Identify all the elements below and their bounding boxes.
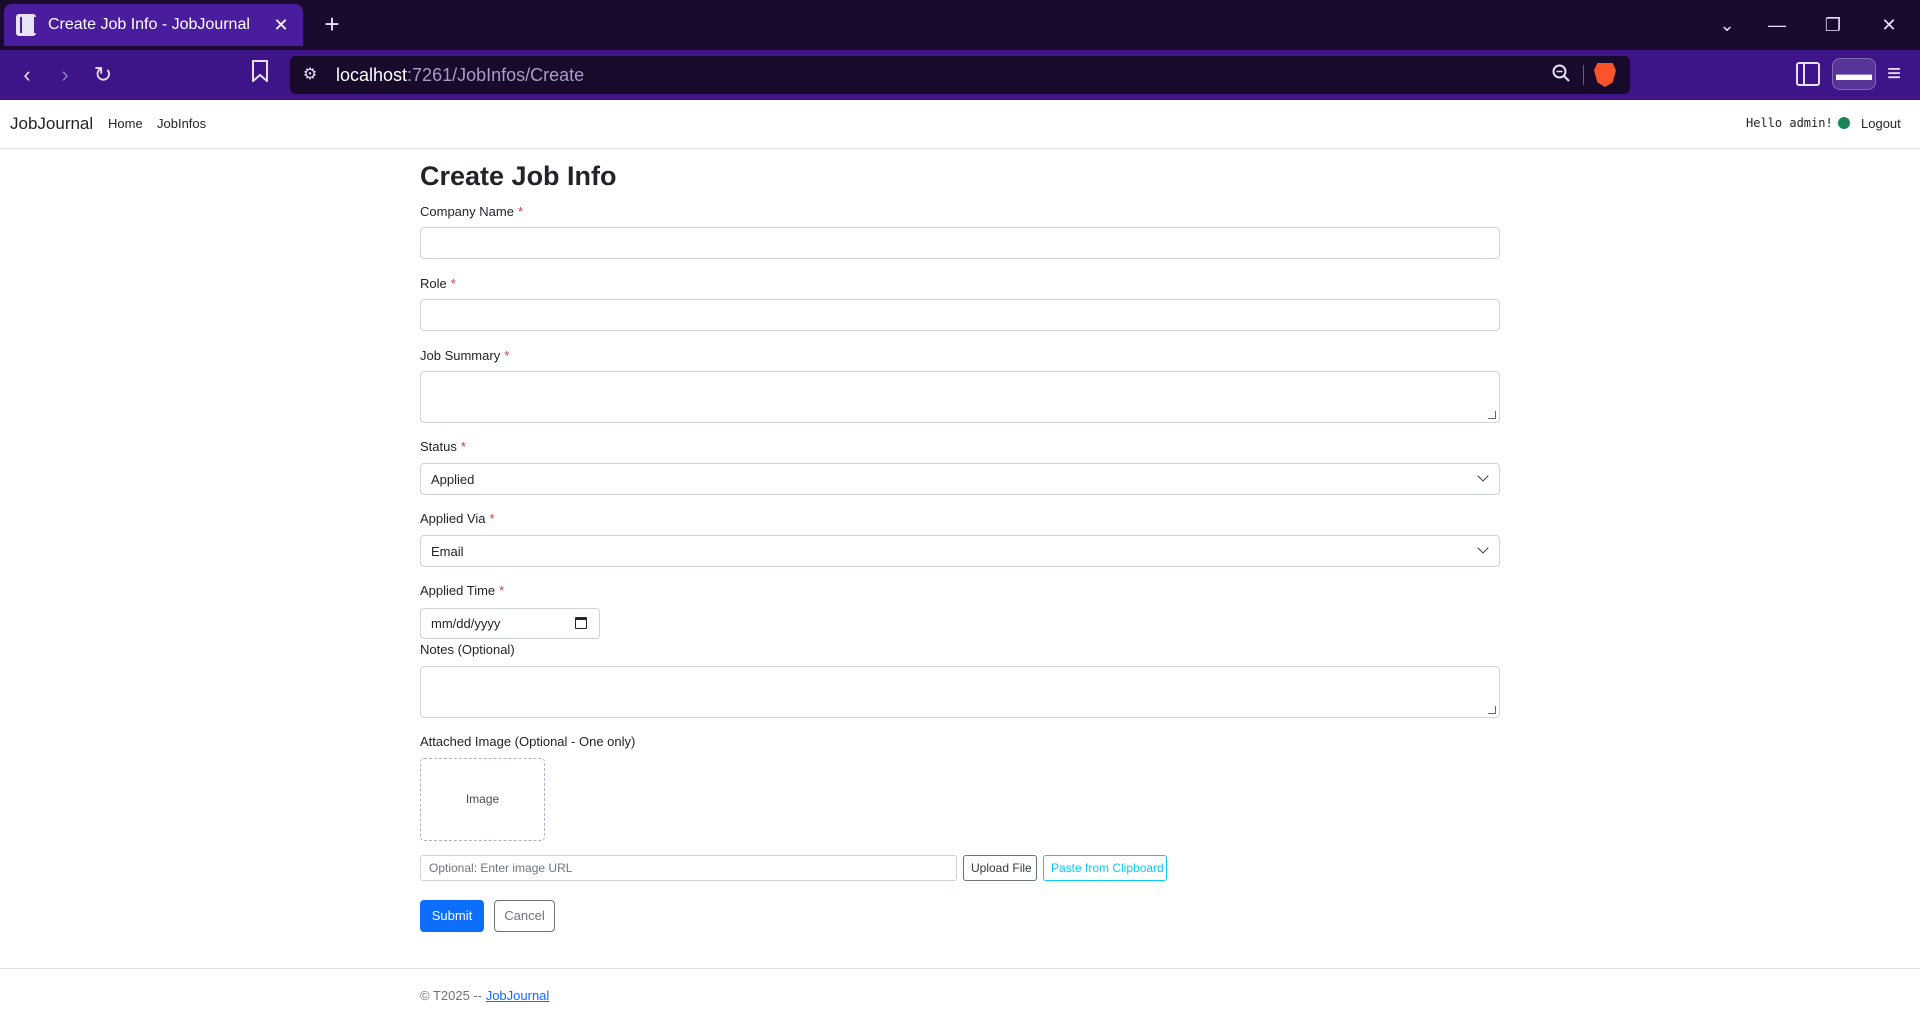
forward-icon[interactable]: › [50,60,80,90]
submit-button[interactable]: Submit [420,900,484,932]
job-summary-label: Job Summary * [420,348,510,363]
role-input[interactable] [420,299,1500,331]
image-url-input[interactable]: Optional: Enter image URL [420,855,957,881]
restore-icon[interactable]: ❐ [1818,10,1848,40]
page-title: Create Job Info [420,161,617,191]
app-navbar: JobJournal Home JobInfos Hello admin! Lo… [0,100,1920,149]
new-tab-icon[interactable]: + [318,10,346,38]
required-marker: * [450,276,456,291]
chevron-down-icon [1477,542,1489,554]
applied-via-select[interactable]: Email [420,535,1500,567]
browser-menu-icon[interactable]: ≡ [1880,60,1908,88]
required-marker: * [489,511,495,526]
applied-via-label: Applied Via * [420,511,495,526]
company-name-label: Company Name * [420,204,523,219]
role-label: Role * [420,276,456,291]
back-icon[interactable]: ‹ [12,60,42,90]
notes-label: Notes (Optional) [420,642,515,657]
address-bar-divider [1583,65,1584,85]
status-selected-value: Applied [431,472,475,487]
sidebar-toggle-icon[interactable] [1796,62,1820,86]
url-text[interactable]: localhost:7261/JobInfos/Create [336,65,584,86]
date-placeholder: mm/dd/yyyy [431,616,501,631]
tab-close-icon[interactable]: ✕ [271,15,291,36]
window-close-icon[interactable]: ✕ [1874,10,1904,40]
status-select[interactable]: Applied [420,463,1500,495]
job-summary-textarea[interactable] [420,371,1500,423]
applied-via-selected-value: Email [431,544,464,559]
minimize-icon[interactable]: — [1762,10,1792,40]
logout-link[interactable]: Logout [1861,116,1901,131]
notes-textarea[interactable] [420,666,1500,718]
required-marker: * [504,348,510,363]
tab-search-chevron-icon[interactable]: ⌄ [1712,10,1742,40]
required-marker: * [517,204,523,219]
applied-time-date-input[interactable]: mm/dd/yyyy [420,608,600,639]
browser-tab[interactable]: Create Job Info - JobJournal ✕ [4,4,303,46]
company-name-input[interactable] [420,227,1500,259]
page-footer: © T2025 -- JobJournal [0,968,1920,1020]
chevron-down-icon [1477,470,1489,482]
footer-brand-link[interactable]: JobJournal [486,988,550,1003]
required-marker: * [460,439,466,454]
page-favicon-icon [16,14,36,36]
paste-from-clipboard-button[interactable]: Paste from Clipboard [1043,855,1167,881]
site-settings-icon[interactable]: ⚙ [300,65,320,85]
reload-icon[interactable]: ↻ [88,60,118,90]
footer-text: © T2025 -- JobJournal [420,988,550,1003]
brave-shields-icon[interactable] [1594,63,1616,87]
image-preview-placeholder[interactable]: Image [420,758,545,841]
calendar-icon[interactable] [575,617,587,629]
online-status-dot [1838,117,1850,129]
zoom-icon[interactable] [1550,64,1572,86]
brand-link[interactable]: JobJournal [10,114,93,134]
nav-link-jobinfos[interactable]: JobInfos [157,116,206,131]
bookmark-icon[interactable] [245,60,275,90]
cancel-button[interactable]: Cancel [494,900,555,932]
address-bar[interactable]: ⚙ localhost:7261/JobInfos/Create [290,56,1630,94]
attached-image-label: Attached Image (Optional - One only) [420,734,636,749]
status-label: Status * [420,439,466,454]
required-marker: * [499,583,505,598]
upload-file-button[interactable]: Upload File [963,855,1037,881]
reader-mode-icon[interactable]: ▬▬ [1832,58,1876,90]
user-greeting: Hello admin! [1746,116,1833,130]
browser-tab-bar: Create Job Info - JobJournal ✕ + ⌄ — ❐ ✕ [0,0,1920,50]
nav-link-home[interactable]: Home [108,116,143,131]
tab-title: Create Job Info - JobJournal [48,16,250,33]
applied-time-label: Applied Time * [420,583,505,598]
